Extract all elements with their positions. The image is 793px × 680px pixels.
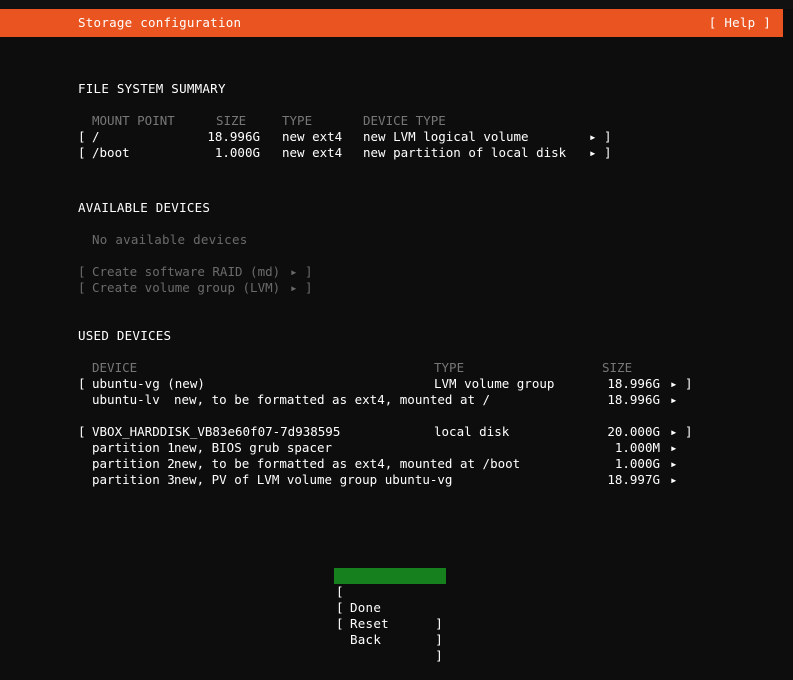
row-bracket-open: [ — [78, 145, 86, 160]
expand-arrow-icon[interactable]: ▸ — [670, 440, 678, 456]
action-label: Create software RAID (md) — [92, 264, 281, 279]
expand-arrow-icon[interactable]: ▸ — [670, 424, 678, 440]
column-header-size: SIZE — [216, 113, 247, 128]
button-bracket-close: ] — [435, 616, 443, 631]
child-name: partition 3 — [92, 472, 175, 487]
column-header-size: SIZE — [602, 360, 633, 375]
button-bracket-close: ] — [435, 648, 443, 663]
child-description: new, BIOS grub spacer — [174, 440, 333, 455]
row-bracket-close: ] — [604, 145, 612, 160]
child-size-value: 1.000G — [614, 456, 660, 471]
expand-arrow-icon[interactable]: ▸ — [290, 264, 298, 280]
device-name: VBOX_HARDDISK_VB83e60f07-7d938595 — [92, 424, 341, 439]
size-value: 1.000G — [214, 145, 260, 160]
child-description: new, to be formatted as ext4, mounted at… — [174, 456, 521, 471]
action-bracket-close: ] — [305, 264, 313, 279]
action-label: Create volume group (LVM) — [92, 280, 281, 295]
fs-type-value: new ext4 — [282, 129, 343, 144]
used-device-child-row-partition-3[interactable]: partition 3 new, PV of LVM volume group … — [0, 472, 678, 568]
device-size-value: 20.000G — [607, 424, 660, 439]
row-bracket-open: [ — [78, 376, 86, 391]
row-bracket-close: ] — [685, 424, 693, 439]
back-button[interactable]: [ Back ] — [334, 600, 446, 663]
mount-point-value: /boot — [92, 145, 130, 160]
back-button-label: Back — [350, 632, 382, 647]
column-header-type: TYPE — [434, 360, 465, 375]
action-bracket-open: [ — [78, 264, 86, 279]
column-header-device: DEVICE — [92, 360, 138, 375]
button-bracket-close: ] — [435, 632, 443, 647]
expand-arrow-icon[interactable]: ▸ — [670, 392, 678, 408]
action-bracket-close: ] — [305, 280, 313, 295]
device-type-value: new partition of local disk — [363, 145, 567, 160]
row-bracket-open: [ — [78, 129, 86, 144]
expand-arrow-icon[interactable]: ▸ — [670, 376, 678, 392]
mount-point-value: / — [92, 129, 100, 144]
done-button[interactable]: [ Done ] — [334, 568, 446, 631]
expand-arrow-icon[interactable]: ▸ — [290, 280, 298, 296]
column-header-mount-point: MOUNT POINT — [92, 113, 175, 128]
device-name: ubuntu-vg (new) — [92, 376, 205, 391]
device-type-value: LVM volume group — [434, 376, 555, 391]
available-devices-heading: AVAILABLE DEVICES — [78, 200, 211, 215]
page-title: Storage configuration — [78, 15, 242, 30]
child-size-value: 18.996G — [607, 392, 660, 407]
child-size-value: 18.997G — [607, 472, 660, 487]
device-type-value: new LVM logical volume — [363, 129, 529, 144]
row-bracket-close: ] — [685, 376, 693, 391]
action-button-group: [ Done ] [ Reset ] [ Back ] — [334, 568, 446, 663]
size-value: 18.996G — [207, 129, 260, 144]
row-bracket-close: ] — [604, 129, 612, 144]
child-name: partition 1 — [92, 440, 175, 455]
child-description: new, PV of LVM volume group ubuntu-vg — [174, 472, 453, 487]
child-name: partition 2 — [92, 456, 175, 471]
child-description: new, to be formatted as ext4, mounted at… — [174, 392, 491, 407]
row-bracket-open: [ — [78, 424, 86, 439]
available-devices-empty-message: No available devices — [92, 232, 248, 247]
device-type-value: local disk — [434, 424, 510, 439]
column-header-device-type: DEVICE TYPE — [363, 113, 446, 128]
device-size-value: 18.996G — [607, 376, 660, 391]
used-devices-heading: USED DEVICES — [78, 328, 172, 343]
action-bracket-open: [ — [78, 280, 86, 295]
column-header-type: TYPE — [282, 113, 313, 128]
fs-type-value: new ext4 — [282, 145, 343, 160]
expand-arrow-icon[interactable]: ▸ — [589, 129, 597, 145]
reset-button[interactable]: [ Reset ] — [334, 584, 446, 647]
expand-arrow-icon[interactable]: ▸ — [589, 145, 597, 161]
child-name: ubuntu-lv — [92, 392, 160, 407]
title-bar: Storage configuration [ Help ] — [0, 9, 783, 37]
help-button[interactable]: [ Help ] — [709, 15, 771, 31]
expand-arrow-icon[interactable]: ▸ — [670, 456, 678, 472]
button-bracket-open: [ — [336, 616, 344, 631]
file-system-summary-heading: FILE SYSTEM SUMMARY — [78, 81, 226, 96]
child-size-value: 1.000M — [614, 440, 660, 455]
expand-arrow-icon[interactable]: ▸ — [670, 472, 678, 488]
top-black-strip — [0, 0, 793, 9]
storage-configuration-screen: FILE SYSTEM SUMMARY MOUNT POINT SIZE TYP… — [0, 37, 793, 663]
